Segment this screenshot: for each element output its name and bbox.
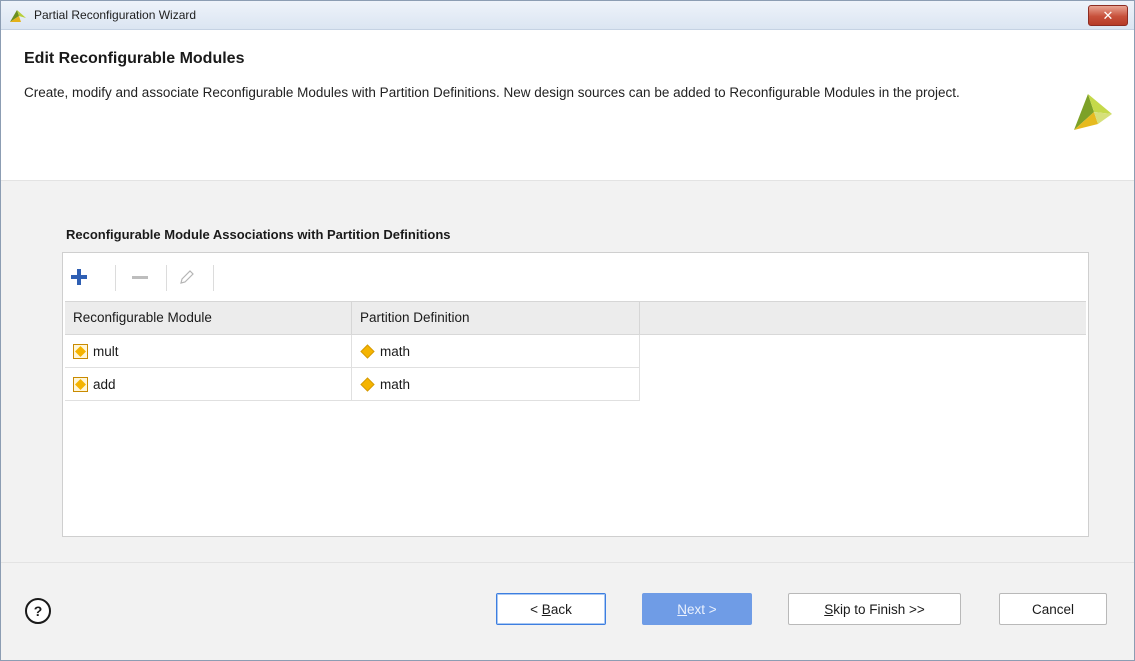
remove-button[interactable] bbox=[128, 265, 152, 289]
add-button[interactable] bbox=[67, 265, 91, 289]
table-row[interactable]: add math bbox=[65, 368, 1086, 401]
toolbar-separator bbox=[166, 265, 167, 291]
next-button[interactable]: Next > bbox=[642, 593, 752, 625]
xilinx-logo-icon bbox=[1074, 94, 1112, 130]
reconfigurable-module-icon bbox=[73, 343, 88, 359]
partition-cell[interactable]: math bbox=[352, 368, 640, 401]
help-label: ? bbox=[34, 603, 43, 619]
next-label: ext > bbox=[687, 601, 717, 617]
toolbar-separator bbox=[115, 265, 116, 291]
back-button[interactable]: < Back bbox=[496, 593, 606, 625]
column-header-module[interactable]: Reconfigurable Module bbox=[65, 302, 352, 334]
module-cell[interactable]: add bbox=[65, 368, 352, 401]
partition-cell[interactable]: math bbox=[352, 335, 640, 368]
module-cell[interactable]: mult bbox=[65, 335, 352, 368]
page-description: Create, modify and associate Reconfigura… bbox=[24, 85, 960, 100]
toolbar-separator bbox=[213, 265, 214, 291]
back-label: ack bbox=[550, 601, 572, 617]
vivado-app-icon bbox=[10, 10, 26, 22]
module-name: add bbox=[93, 376, 116, 392]
partition-name: math bbox=[380, 343, 411, 359]
section-label: Reconfigurable Module Associations with … bbox=[66, 227, 451, 242]
cancel-button[interactable]: Cancel bbox=[999, 593, 1107, 625]
title-bar: Partial Reconfiguration Wizard ✕ bbox=[1, 1, 1134, 30]
table-header: Reconfigurable Module Partition Definiti… bbox=[65, 302, 1086, 335]
close-button[interactable]: ✕ bbox=[1088, 5, 1128, 26]
plus-icon bbox=[71, 269, 87, 285]
partition-definition-icon bbox=[360, 343, 375, 359]
column-header-partition[interactable]: Partition Definition bbox=[352, 302, 640, 334]
module-name: mult bbox=[93, 343, 119, 359]
reconfigurable-module-icon bbox=[73, 376, 88, 392]
back-mnemonic: B bbox=[541, 601, 551, 617]
minus-icon bbox=[132, 276, 148, 279]
wizard-header: Edit Reconfigurable Modules Create, modi… bbox=[1, 30, 1134, 181]
cancel-label: Cancel bbox=[1031, 601, 1075, 617]
table-toolbar bbox=[65, 255, 1086, 302]
skip-mnemonic: S bbox=[824, 601, 834, 617]
pencil-icon bbox=[180, 270, 194, 284]
wizard-window: Partial Reconfiguration Wizard ✕ Edit Re… bbox=[0, 0, 1135, 661]
skip-to-finish-button[interactable]: Skip to Finish >> bbox=[788, 593, 961, 625]
page-title: Edit Reconfigurable Modules bbox=[24, 50, 245, 67]
partition-name: math bbox=[380, 376, 411, 392]
window-title: Partial Reconfiguration Wizard bbox=[34, 8, 197, 22]
partition-definition-icon bbox=[360, 376, 375, 392]
next-mnemonic: N bbox=[677, 601, 688, 617]
associations-panel: Reconfigurable Module Partition Definiti… bbox=[62, 252, 1089, 537]
edit-button[interactable] bbox=[175, 265, 199, 289]
close-icon: ✕ bbox=[1102, 7, 1114, 23]
back-prefix: < bbox=[530, 601, 542, 617]
skip-label: kip to Finish >> bbox=[833, 601, 925, 617]
footer-divider bbox=[1, 562, 1134, 563]
associations-table: Reconfigurable Module Partition Definiti… bbox=[65, 302, 1086, 401]
help-icon[interactable]: ? bbox=[24, 597, 52, 625]
table-row[interactable]: mult math bbox=[65, 335, 1086, 368]
